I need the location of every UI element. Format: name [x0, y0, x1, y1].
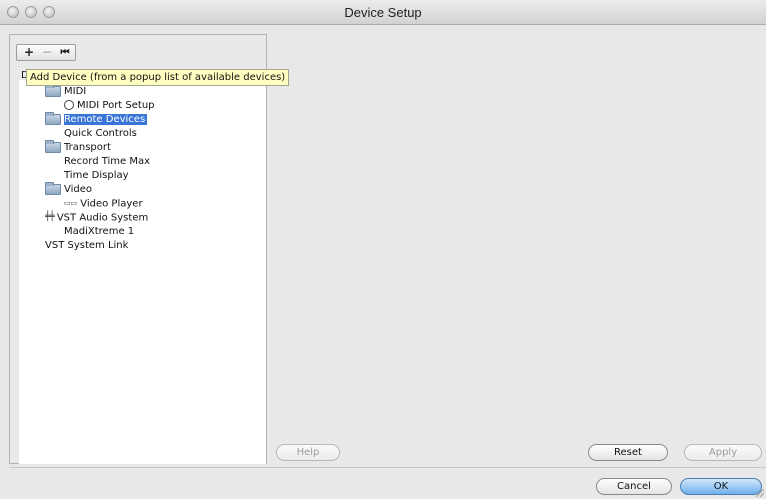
tree-item-transport[interactable]: Transport: [45, 139, 111, 154]
tree-item-label: Remote Devices: [64, 114, 148, 125]
tree-item-video-player[interactable]: ▭▭ Video Player: [64, 197, 143, 210]
tree-item-video[interactable]: Video: [45, 181, 93, 196]
reset-device-button[interactable]: ⏮: [56, 45, 74, 60]
tree-item-madixtreme[interactable]: MadiXtreme 1: [64, 225, 134, 238]
remove-device-button[interactable]: −: [38, 45, 56, 60]
add-device-tooltip: Add Device (from a popup list of availab…: [26, 69, 290, 86]
apply-button[interactable]: Apply: [684, 444, 762, 461]
tree-item-label: Transport: [64, 142, 111, 153]
tree-item-record-time-max[interactable]: Record Time Max: [64, 155, 150, 168]
video-icon: ▭▭: [64, 199, 78, 207]
tree-item-midi[interactable]: MIDI: [45, 83, 87, 98]
folder-icon: [45, 139, 61, 153]
tree-item-label: Time Display: [64, 170, 129, 181]
folder-icon: [45, 181, 61, 195]
tree-item-label: Video: [64, 184, 93, 195]
cancel-button[interactable]: Cancel: [596, 478, 672, 495]
ok-button[interactable]: OK: [680, 478, 762, 495]
folder-icon: [45, 83, 61, 97]
device-toolbar: + − ⏮: [16, 44, 76, 61]
footer-divider: [9, 467, 766, 468]
window-title: Device Setup: [344, 5, 422, 20]
midi-port-icon: [64, 100, 74, 110]
tree-item-label: Record Time Max: [64, 156, 151, 167]
title-bar: Device Setup: [0, 0, 766, 25]
tree-item-label: Video Player: [80, 198, 143, 210]
tree-item-label: Quick Controls: [64, 128, 137, 139]
tree-item-label: MadiXtreme 1: [64, 226, 135, 237]
vst-audio-icon: ╪╪: [45, 212, 55, 222]
tree-item-midi-port-setup[interactable]: MIDI Port Setup: [64, 99, 155, 112]
folder-icon: [45, 111, 61, 125]
tree-item-quick-controls[interactable]: Quick Controls: [64, 127, 137, 140]
reset-button[interactable]: Reset: [588, 444, 668, 461]
help-button[interactable]: Help: [276, 444, 340, 461]
add-device-button[interactable]: +: [20, 45, 38, 60]
tree-item-label: VST System Link: [45, 240, 129, 251]
tree-item-label: VST Audio System: [56, 212, 149, 224]
resize-grip-icon[interactable]: [754, 487, 764, 497]
device-tree[interactable]: [19, 80, 266, 464]
tree-item-label: MIDI Port Setup: [77, 100, 155, 111]
tree-item-vst-audio-system[interactable]: ╪╪ VST Audio System: [45, 211, 148, 224]
tree-item-label: MIDI: [64, 86, 87, 97]
tree-item-vst-system-link[interactable]: VST System Link: [45, 239, 128, 252]
tree-item-time-display[interactable]: Time Display: [64, 169, 129, 182]
tree-item-remote-devices[interactable]: Remote Devices: [45, 111, 148, 126]
